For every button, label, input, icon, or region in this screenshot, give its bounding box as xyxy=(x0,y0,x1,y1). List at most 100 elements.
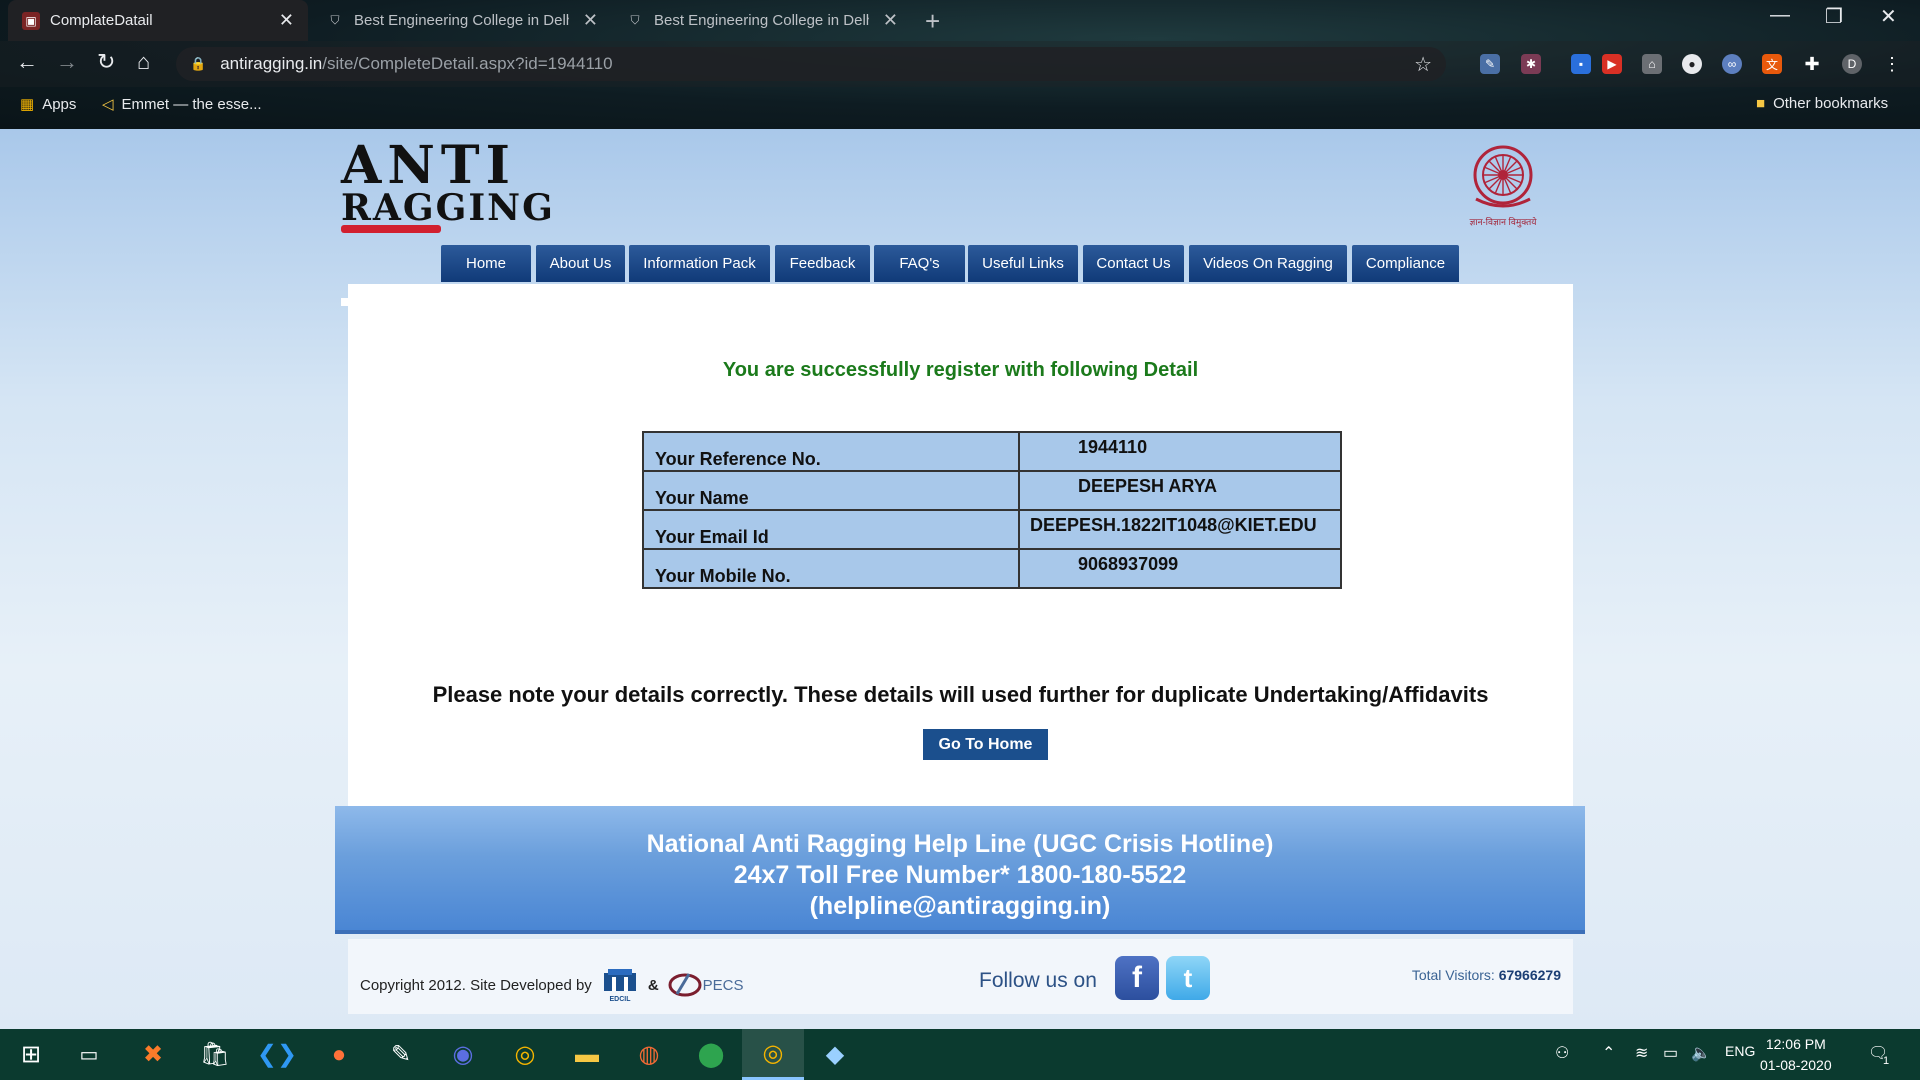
chevron-up-icon[interactable]: ⌃ xyxy=(1602,1043,1615,1063)
visitors-count: 67966279 xyxy=(1498,967,1561,983)
windows-start-icon[interactable]: ⊞ xyxy=(0,1029,62,1080)
xampp-icon[interactable]: ✖ xyxy=(122,1029,184,1080)
tab-close-icon[interactable]: ✕ xyxy=(279,10,294,31)
page-body: ANTI RAGGING ज्ञान-विज्ञान विमुक्तये Hom… xyxy=(0,129,1920,1029)
wifi-icon[interactable]: ≋ xyxy=(1635,1043,1648,1063)
nav-feedback[interactable]: Feedback xyxy=(775,245,870,282)
store-icon[interactable]: 🛍 xyxy=(184,1029,246,1080)
nav-videos-on-ragging[interactable]: Videos On Ragging xyxy=(1189,245,1347,282)
go-to-home-button[interactable]: Go To Home xyxy=(923,729,1048,760)
anti-ragging-logo[interactable]: ANTI RAGGING xyxy=(341,135,553,233)
profile-avatar[interactable]: D xyxy=(1842,54,1862,74)
nav-about-us[interactable]: About Us xyxy=(536,245,625,282)
visitors-label: Total Visitors: xyxy=(1411,967,1495,983)
task-view-icon[interactable]: ▭ xyxy=(58,1029,120,1080)
lock-icon[interactable]: 🔒 xyxy=(190,56,206,72)
pecs-logo[interactable]: PECS xyxy=(667,970,744,1000)
bookmark-label: Apps xyxy=(42,95,77,113)
nav-home[interactable]: Home xyxy=(441,245,531,282)
bug-extension-icon[interactable]: ✱ xyxy=(1521,54,1541,74)
content-panel: You are successfully register with follo… xyxy=(341,284,1573,807)
language-indicator[interactable]: ENG xyxy=(1725,1043,1755,1059)
tab-title: ComplateDatail xyxy=(50,12,153,29)
volume-icon[interactable]: 🔈 xyxy=(1691,1043,1711,1063)
ribbon-extension-icon[interactable]: ⌂ xyxy=(1642,54,1662,74)
pecs-swoosh-icon xyxy=(668,973,702,997)
file-explorer-icon[interactable]: ▬ xyxy=(556,1029,618,1080)
nav-contact-us[interactable]: Contact Us xyxy=(1083,245,1184,282)
postman-icon[interactable]: ◍ xyxy=(618,1029,680,1080)
tab-complete-detail[interactable]: ▣ ComplateDatail ✕ xyxy=(8,0,308,41)
minimize-icon[interactable]: — xyxy=(1770,4,1790,27)
reload-icon[interactable]: ↻ xyxy=(97,49,115,75)
details-note: Please note your details correctly. Thes… xyxy=(432,682,1489,707)
detail-label: Your Email Id xyxy=(642,509,1020,550)
home-icon[interactable]: ⌂ xyxy=(137,49,150,75)
nav-compliance[interactable]: Compliance xyxy=(1352,245,1459,282)
video-extension-icon[interactable]: ▶ xyxy=(1602,54,1622,74)
tab-engineering-college-1[interactable]: ⛉ Best Engineering College in Delh ✕ xyxy=(312,0,612,41)
helpline-title: National Anti Ragging Help Line (UGC Cri… xyxy=(646,830,1274,858)
tab-title: Best Engineering College in Delh xyxy=(354,12,569,29)
logo-line-1: ANTI xyxy=(341,135,516,196)
detail-value-reference: 1944110 xyxy=(1018,431,1342,472)
battery-icon[interactable]: ▭ xyxy=(1663,1043,1678,1063)
nav-useful-links[interactable]: Useful Links xyxy=(968,245,1078,282)
site-footer: Copyright 2012. Site Developed by EDCIL … xyxy=(348,939,1573,1014)
close-window-icon[interactable]: ✕ xyxy=(1880,4,1897,29)
bookmarks-bar: ▦ Apps ◁ Emmet — the esse... ■ Other boo… xyxy=(0,87,1920,129)
new-tab-icon[interactable]: + xyxy=(925,6,940,37)
detail-label: Your Name xyxy=(642,470,1020,511)
detail-label: Your Reference No. xyxy=(642,431,1020,472)
helpline-email[interactable]: (helpline@antiragging.in) xyxy=(335,891,1585,922)
bookmark-star-icon[interactable]: ☆ xyxy=(1414,52,1432,77)
success-message: You are successfully register with follo… xyxy=(722,359,1199,381)
tab-engineering-college-2[interactable]: ⛉ Best Engineering College in Delh ✕ xyxy=(612,0,912,41)
eclipse-icon[interactable]: ◉ xyxy=(432,1029,494,1080)
windows-taskbar: ⊞ ▭ ✖ 🛍 ❮❯ ● ✎ ◉ ◎ ▬ ◍ ⬤ ◎ ◆ ⚇ ⌃ ≋ ▭ 🔈 E… xyxy=(0,1029,1920,1080)
copyright-text: Copyright 2012. Site Developed by xyxy=(360,976,592,994)
back-icon[interactable]: ← xyxy=(16,49,38,75)
people-icon[interactable]: ⚇ xyxy=(1555,1043,1569,1063)
forward-icon[interactable]: → xyxy=(56,49,78,75)
facebook-icon[interactable]: f xyxy=(1115,956,1159,1000)
twitter-icon[interactable]: t xyxy=(1166,956,1210,1000)
firefox-icon[interactable]: ● xyxy=(308,1029,370,1080)
restore-icon[interactable]: ❐ xyxy=(1825,4,1843,29)
tab-close-icon[interactable]: ✕ xyxy=(883,10,898,31)
ugc-emblem: ज्ञान-विज्ञान विमुक्तये xyxy=(1458,143,1548,233)
ampersand: & xyxy=(647,976,659,994)
extensions-puzzle-icon[interactable]: ✚ xyxy=(1802,54,1822,74)
main-navigation: Home About Us Information Pack Feedback … xyxy=(0,245,1920,282)
app-generic-icon[interactable]: ◆ xyxy=(804,1029,866,1080)
dropper-extension-icon[interactable]: ▪ xyxy=(1571,54,1591,74)
mongodb-icon[interactable]: ⬤ xyxy=(680,1029,742,1080)
helpline-number: 24x7 Toll Free Number* 1800-180-5522 xyxy=(733,861,1187,889)
bookmark-other[interactable]: ■ Other bookmarks xyxy=(1756,95,1888,112)
chrome-icon[interactable]: ◎ xyxy=(494,1029,556,1080)
registration-detail-table: Your Reference No. 1944110 Your Name DEE… xyxy=(642,431,1342,589)
emmet-icon: ◁ xyxy=(102,96,114,113)
editor-icon[interactable]: ✎ xyxy=(370,1029,432,1080)
tab-close-icon[interactable]: ✕ xyxy=(583,10,598,31)
vscode-icon[interactable]: ❮❯ xyxy=(246,1029,308,1080)
ugc-wheel-icon xyxy=(1473,145,1533,208)
address-bar[interactable]: 🔒 antiragging.in/site/CompleteDetail.asp… xyxy=(176,47,1446,81)
nav-faqs[interactable]: FAQ's xyxy=(874,245,965,282)
system-clock[interactable]: 12:06 PM 01-08-2020 xyxy=(1760,1034,1832,1076)
panel-notch xyxy=(341,298,348,306)
shield-favicon-icon: ⛉ xyxy=(330,13,340,27)
pen-extension-icon[interactable]: ✎ xyxy=(1480,54,1500,74)
nav-information-pack[interactable]: Information Pack xyxy=(629,245,770,282)
bookmark-label: Other bookmarks xyxy=(1773,95,1889,112)
tab-strip: ▣ ComplateDatail ✕ ⛉ Best Engineering Co… xyxy=(0,0,1920,41)
edcil-logo-icon[interactable]: EDCIL xyxy=(600,967,640,1003)
bookmark-apps[interactable]: ▦ Apps xyxy=(20,95,77,114)
url-host: antiragging.in xyxy=(220,54,323,73)
translate-extension-icon[interactable]: 文 xyxy=(1762,54,1782,74)
glasses-extension-icon[interactable]: ∞ xyxy=(1722,54,1742,74)
circle-extension-icon[interactable]: ● xyxy=(1682,54,1702,74)
chrome-active-icon[interactable]: ◎ xyxy=(742,1029,804,1080)
menu-kebab-icon[interactable]: ⋮ xyxy=(1882,54,1902,74)
bookmark-emmet[interactable]: ◁ Emmet — the esse... xyxy=(102,95,262,114)
